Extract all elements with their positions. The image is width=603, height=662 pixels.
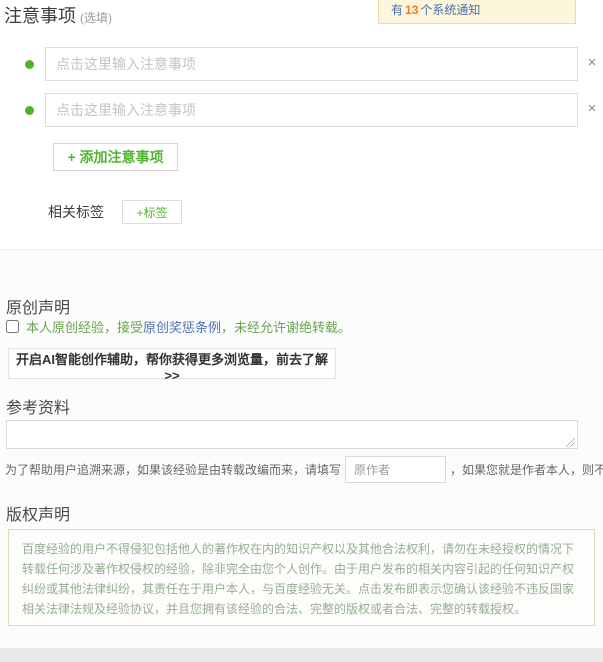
help-text-after: ，如果您就是作者本人，则不用填写。 <box>450 461 603 478</box>
remove-note-icon[interactable]: × <box>584 55 600 71</box>
notes-title-text: 注意事项 <box>4 6 76 26</box>
add-note-button[interactable]: + 添加注意事项 <box>53 143 178 171</box>
reference-textarea[interactable] <box>6 420 578 449</box>
copyright-notice-text: 百度经验的用户不得侵犯包括他人的著作权在内的知识产权以及其他合法权利，请勿在未经… <box>22 539 581 619</box>
remove-note-icon[interactable]: × <box>584 101 600 117</box>
checkbox-text-before: 本人原创经验，接受 <box>26 320 143 335</box>
source-help-row: 为了帮助用户追溯来源，如果该经验是由转载改编而来，请填写 ，如果您就是作者本人，… <box>5 456 603 483</box>
related-tags-row: 相关标签 +标签 <box>48 200 182 224</box>
checkbox-text-after: ，未经允许谢绝转载。 <box>221 320 351 335</box>
copyright-title: 版权声明 <box>6 501 70 525</box>
system-notification-box: 有13个系统通知 <box>378 0 576 24</box>
reference-title: 参考资料 <box>6 394 70 418</box>
system-notification-link[interactable]: 有13个系统通知 <box>379 1 480 23</box>
notice-suffix: 个系统通知 <box>420 3 480 17</box>
note-row: × <box>0 93 603 127</box>
footer-band <box>0 648 603 662</box>
optional-hint: (选填) <box>80 11 112 25</box>
original-declaration-title: 原创声明 <box>6 294 70 318</box>
original-checkbox[interactable] <box>6 320 19 333</box>
copyright-notice-box: 百度经验的用户不得侵犯包括他人的著作权在内的知识产权以及其他合法权利，请勿在未经… <box>8 529 595 626</box>
reward-rules-link[interactable]: 原创奖惩条例 <box>143 320 221 335</box>
original-checkbox-label: 本人原创经验，接受原创奖惩条例，未经允许谢绝转载。 <box>26 317 351 336</box>
add-tag-button[interactable]: +标签 <box>122 200 182 224</box>
notice-prefix: 有 <box>391 3 403 17</box>
experience-publish-form: 注意事项(选填) 有13个系统通知 × × + 添加注意事项 相关标签 +标签 … <box>0 0 603 662</box>
notice-count: 13 <box>403 3 420 17</box>
related-tags-label: 相关标签 <box>48 202 104 222</box>
declaration-panel: 原创声明 本人原创经验，接受原创奖惩条例，未经允许谢绝转载。 开启AI智能创作辅… <box>0 249 603 648</box>
note-input-2[interactable] <box>45 93 578 127</box>
ai-assist-button[interactable]: 开启AI智能创作辅助，帮你获得更多浏览量，前去了解>> <box>8 348 336 379</box>
original-author-input[interactable] <box>345 456 446 483</box>
original-checkbox-row: 本人原创经验，接受原创奖惩条例，未经允许谢绝转载。 <box>6 317 351 336</box>
bullet-icon <box>25 106 34 115</box>
bullet-icon <box>25 60 34 69</box>
note-row: × <box>0 47 603 81</box>
help-text-before: 为了帮助用户追溯来源，如果该经验是由转载改编而来，请填写 <box>5 461 341 478</box>
notes-section-title: 注意事项 (选填) <box>4 2 112 28</box>
note-input-1[interactable] <box>45 47 578 81</box>
